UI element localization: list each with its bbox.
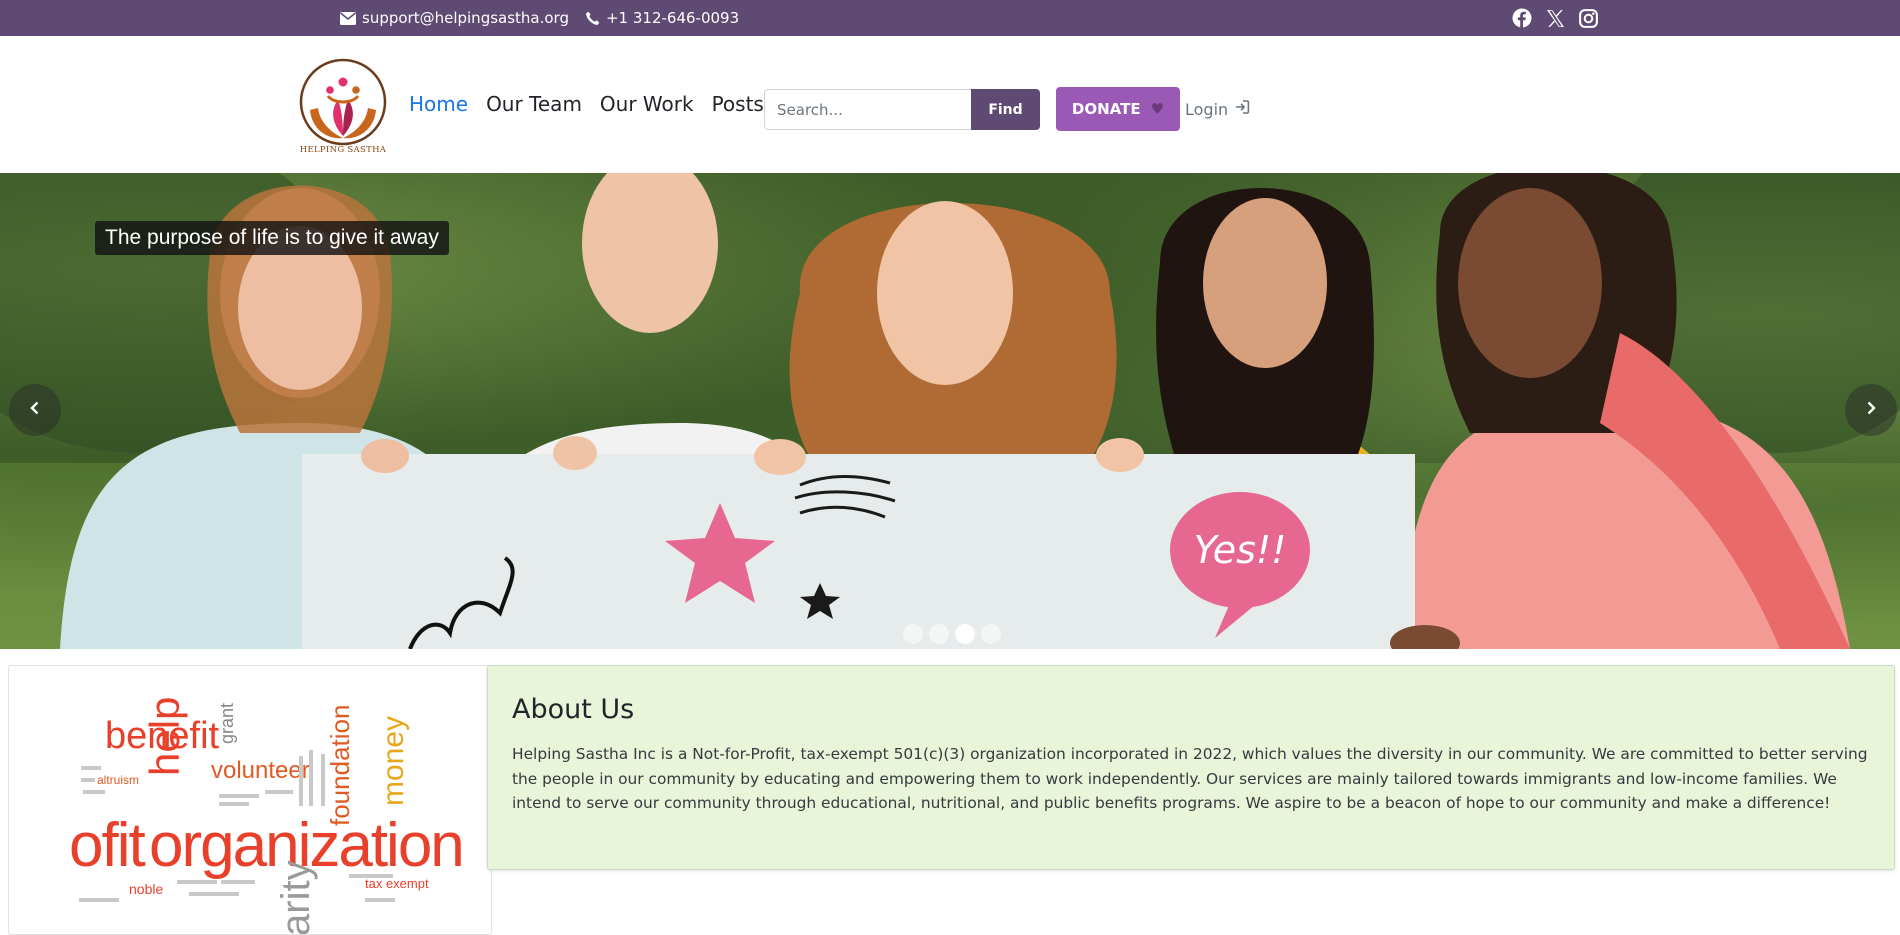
about-us-card: About Us Helping Sastha Inc is a Not-for…	[487, 665, 1895, 870]
wordcloud-word-noble: noble	[129, 881, 163, 897]
wordcloud-word-grant: grant	[217, 703, 237, 744]
login-label: Login	[1185, 99, 1229, 119]
email-text: support@helpingsastha.org	[362, 9, 569, 27]
phone-link[interactable]: +1 312-646-0093	[585, 9, 739, 27]
search-input[interactable]	[764, 89, 972, 130]
wordcloud-word-arity: arity	[274, 860, 318, 935]
wordcloud-word-volunteer: volunteer	[211, 757, 310, 784]
nav-posts-label: Posts	[711, 92, 764, 116]
wordcloud-word-altruism: altruism	[97, 773, 139, 787]
carousel-indicators	[903, 624, 1001, 644]
sign-yes-text: Yes!!	[1194, 528, 1287, 572]
carousel-indicator-3[interactable]	[955, 624, 975, 644]
top-contact-bar: support@helpingsastha.org +1 312-646-009…	[0, 0, 1900, 36]
envelope-icon	[340, 11, 356, 25]
heart-icon: ♥	[1150, 100, 1165, 118]
about-us-body: Helping Sastha Inc is a Not-for-Profit, …	[512, 745, 1868, 812]
nav-our-work[interactable]: Our Work	[600, 92, 694, 116]
nonprofit-wordcloud-image: benefit help volunteer grant money found…	[69, 697, 465, 935]
nav-our-team[interactable]: Our Team	[486, 92, 582, 116]
carousel-next-button[interactable]	[1845, 384, 1897, 436]
email-link[interactable]: support@helpingsastha.org	[340, 9, 569, 27]
wordcloud-word-help: help	[141, 697, 188, 776]
instagram-icon[interactable]	[1579, 8, 1598, 28]
facebook-icon[interactable]	[1512, 8, 1532, 28]
wordcloud-word-ofit: ofit	[69, 811, 145, 880]
login-link[interactable]: Login	[1185, 99, 1250, 119]
carousel-indicator-1[interactable]	[903, 624, 923, 644]
phone-icon	[585, 11, 600, 26]
find-button[interactable]: Find	[971, 89, 1040, 130]
logo-text: HELPING SASTHA	[299, 145, 387, 155]
donate-button[interactable]: DONATE ♥	[1056, 87, 1180, 131]
carousel-prev-button[interactable]	[9, 384, 61, 436]
carousel-indicator-2[interactable]	[929, 624, 949, 644]
wordcloud-card: benefit help volunteer grant money found…	[8, 665, 492, 935]
about-us-title: About Us	[512, 694, 635, 725]
nav-links: Home Our Team Our Work Posts	[409, 92, 784, 116]
x-icon[interactable]	[1546, 9, 1565, 28]
sign-in-icon	[1234, 99, 1250, 119]
wordcloud-word-foundation: foundation	[325, 705, 355, 826]
hero-carousel: Yes!! The purpose of life is to give it …	[0, 173, 1900, 649]
chevron-right-icon	[1863, 400, 1879, 420]
carousel-caption: The purpose of life is to give it away	[95, 221, 449, 255]
donate-label: DONATE	[1071, 100, 1141, 118]
social-links	[1512, 0, 1598, 36]
nav-home[interactable]: Home	[409, 92, 468, 116]
chevron-left-icon	[27, 400, 43, 420]
wordcloud-word-money: money	[377, 716, 410, 806]
carousel-indicator-4[interactable]	[981, 624, 1001, 644]
main-navbar: HELPING SASTHA Home Our Team Our Work Po…	[0, 36, 1900, 173]
wordcloud-word-tax-exempt: tax exempt	[365, 876, 429, 891]
contact-info: support@helpingsastha.org +1 312-646-009…	[340, 0, 739, 36]
phone-text: +1 312-646-0093	[605, 9, 740, 27]
helping-hands-logo-icon	[299, 58, 387, 146]
site-logo[interactable]: HELPING SASTHA	[298, 58, 388, 158]
